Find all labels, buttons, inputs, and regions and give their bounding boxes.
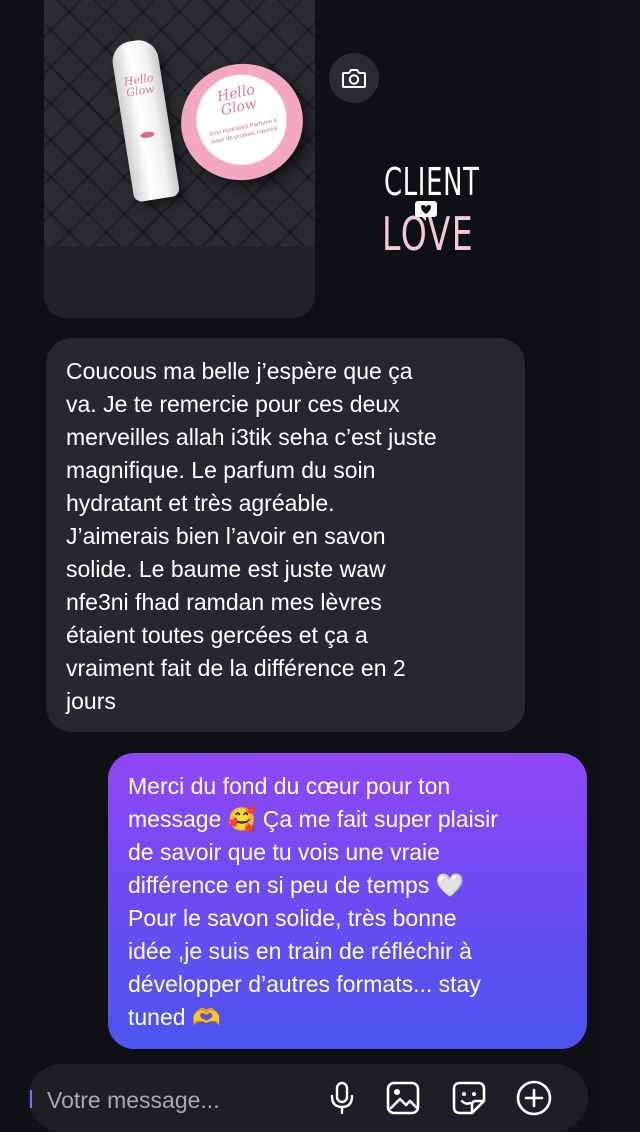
lip-balm-tube: Hello Glow xyxy=(109,37,181,203)
voice-message-button[interactable] xyxy=(322,1078,362,1118)
chat-screen: Hello Glow Hello Glow Soin Hydratant Par… xyxy=(0,0,640,1132)
microphone-icon xyxy=(330,1081,354,1115)
product-photo[interactable]: Hello Glow Hello Glow Soin Hydratant Par… xyxy=(44,0,315,246)
sticker-icon xyxy=(452,1081,486,1115)
plus-circle-icon xyxy=(516,1080,552,1116)
received-message-bubble[interactable]: Coucous ma belle j’espère que ça va. Je … xyxy=(46,338,525,732)
camera-button[interactable] xyxy=(329,53,379,103)
sticker-line-client: CLIENT xyxy=(384,160,480,204)
image-icon xyxy=(386,1081,420,1115)
side-strip xyxy=(600,0,640,1132)
cream-jar: Hello Glow Soin Hydratant Parfumé à base… xyxy=(170,52,314,192)
client-love-sticker[interactable]: CLIENT LOVE xyxy=(380,160,492,270)
jar-subtext: Soin Hydratant Parfumé à base de produit… xyxy=(208,117,279,146)
lips-icon xyxy=(139,130,155,139)
sent-message-bubble[interactable]: Merci du fond du cœur pour ton message 🥰… xyxy=(108,753,587,1049)
camera-icon xyxy=(342,69,366,88)
jar-brand-label: Hello Glow xyxy=(215,81,259,119)
shared-photo-message[interactable]: Hello Glow Hello Glow Soin Hydratant Par… xyxy=(44,0,315,318)
message-input[interactable] xyxy=(47,1083,307,1117)
text-cursor xyxy=(30,1090,32,1108)
sticker-button[interactable] xyxy=(449,1078,489,1118)
tube-brand-label: Hello Glow xyxy=(122,71,156,100)
add-button[interactable] xyxy=(514,1078,554,1118)
gallery-button[interactable] xyxy=(383,1078,423,1118)
heart-icon xyxy=(415,201,437,221)
